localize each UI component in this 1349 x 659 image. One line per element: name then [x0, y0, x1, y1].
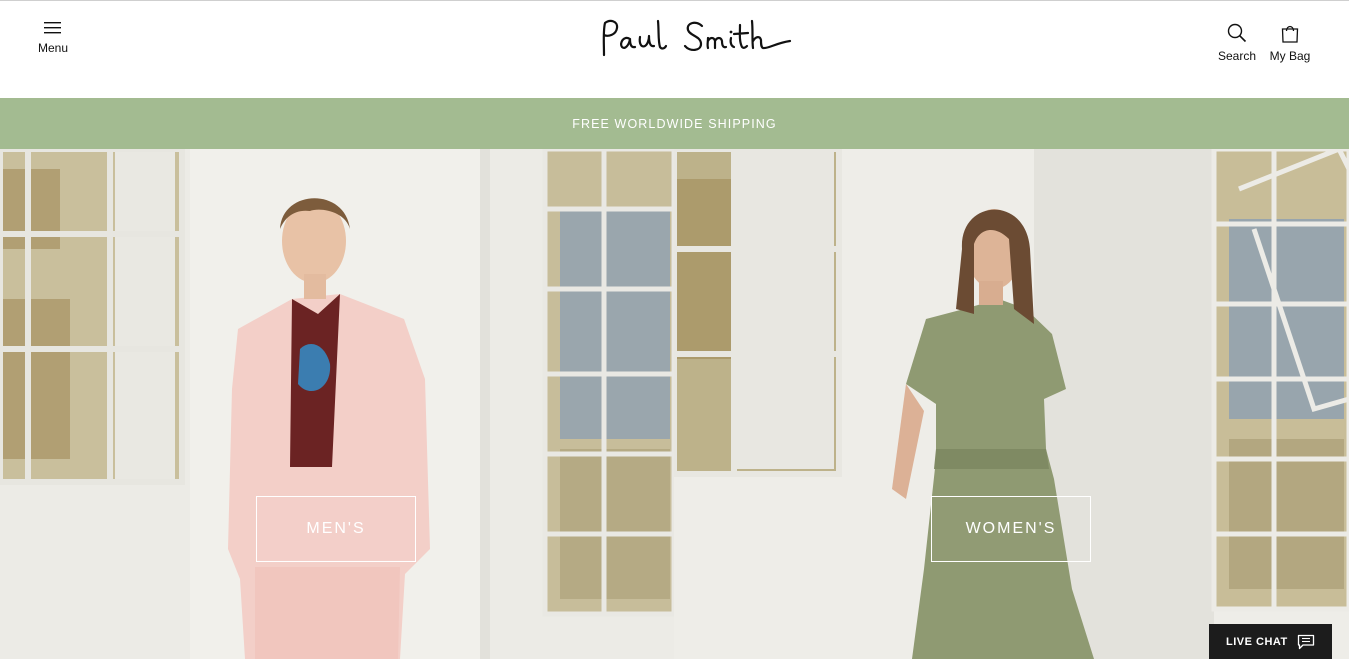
mens-label: MEN'S	[306, 520, 366, 537]
shopping-bag-icon	[1281, 25, 1299, 43]
my-bag-label: My Bag	[1269, 49, 1311, 63]
search-label: Search	[1217, 49, 1257, 63]
search-button[interactable]: Search	[1213, 23, 1261, 63]
womens-hero-image	[674, 149, 1349, 659]
mens-category-button[interactable]: MEN'S	[256, 496, 416, 562]
womens-hero[interactable]: WOMEN'S	[674, 149, 1349, 659]
mens-hero[interactable]: MEN'S	[0, 149, 674, 659]
menu-button[interactable]: Menu	[30, 21, 76, 55]
my-bag-button[interactable]: My Bag	[1267, 23, 1313, 63]
mens-hero-image	[0, 149, 674, 659]
live-chat-button[interactable]: LIVE CHAT	[1209, 624, 1332, 659]
site-header: Menu Search My Bag	[0, 0, 1349, 98]
hamburger-menu-icon	[44, 22, 61, 34]
search-icon	[1227, 23, 1247, 43]
promo-text: FREE WORLDWIDE SHIPPING	[572, 116, 777, 131]
womens-category-button[interactable]: WOMEN'S	[931, 496, 1091, 562]
live-chat-label: LIVE CHAT	[1226, 635, 1288, 648]
promo-banner[interactable]: FREE WORLDWIDE SHIPPING	[0, 98, 1349, 149]
chat-bubble-icon	[1297, 634, 1315, 650]
brand-logo[interactable]	[598, 17, 794, 61]
menu-label: Menu	[37, 41, 69, 55]
womens-label: WOMEN'S	[965, 520, 1057, 537]
